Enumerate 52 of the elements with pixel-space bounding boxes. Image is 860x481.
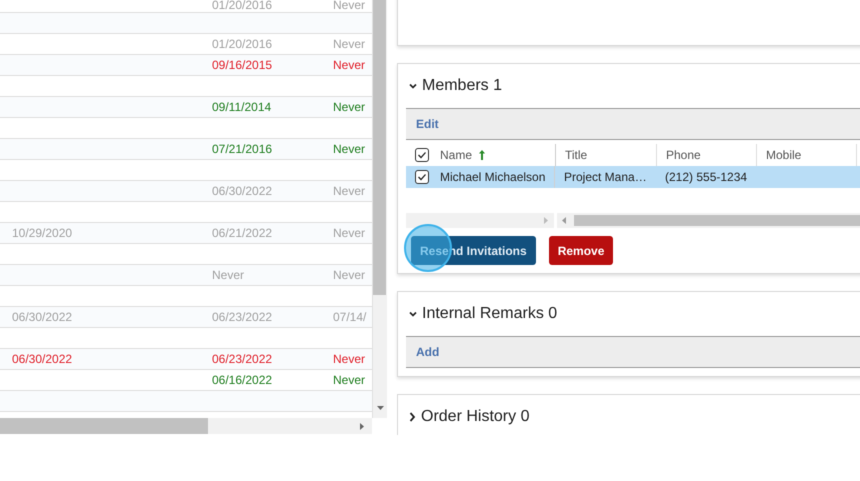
table-cell: 01/20/2016 — [212, 0, 272, 12]
table-cell: Michael Michaelson — [440, 170, 546, 184]
scrollbar-thumb[interactable] — [0, 418, 208, 434]
section-title[interactable]: Internal Remarks 0 — [422, 305, 558, 323]
scroll-right-icon — [360, 423, 364, 430]
toolbar-link[interactable]: Add — [416, 345, 440, 359]
table-cell: (212) 555-1234 — [665, 170, 748, 184]
table-cell: 09/11/2014 — [212, 100, 272, 114]
table-cell: 10/29/2020 — [12, 226, 72, 240]
toolbar-link[interactable]: Edit — [416, 117, 439, 131]
checkbox[interactable] — [415, 148, 429, 162]
table-cell: Never — [333, 100, 366, 114]
column-header[interactable]: Phone — [666, 148, 701, 162]
table-cell: 06/30/2022 — [212, 184, 272, 198]
scroll-down-icon — [377, 406, 384, 410]
section-title[interactable]: Members 1 — [422, 77, 502, 95]
scrollbar-thumb[interactable] — [373, 0, 386, 295]
table-cell: 06/21/2022 — [212, 226, 272, 240]
section-title[interactable]: Order History 0 — [421, 408, 530, 426]
table-cell: 06/23/2022 — [212, 352, 272, 366]
horizontal-scrollbar[interactable] — [0, 418, 372, 434]
table-cell: 07/14/ — [333, 310, 366, 324]
table-cell: 09/16/2015 — [212, 58, 272, 72]
table-cell: Never — [333, 268, 366, 282]
table-cell: 06/30/2022 — [12, 310, 72, 324]
table-row[interactable]: Michael Michaelson Project Mana… (212) 555-1234 — [406, 166, 860, 188]
table-cell: 06/30/2022 — [12, 352, 72, 366]
table-cell: Project Mana… — [564, 170, 647, 184]
column-header[interactable]: Mobile — [766, 148, 802, 162]
table-cell: Never — [212, 268, 244, 282]
table-cell: 06/23/2022 — [212, 310, 272, 324]
column-header[interactable]: Title — [565, 148, 588, 162]
table-cell: 07/21/2016 — [212, 142, 272, 156]
scroll-left-icon — [562, 217, 566, 224]
table-cell: Never — [333, 226, 366, 240]
horizontal-scrollbar[interactable] — [406, 213, 554, 228]
remove-button[interactable]: Remove — [548, 236, 614, 265]
table-cell: Never — [333, 37, 366, 51]
table-cell: Never — [333, 352, 366, 366]
table-cell: 01/20/2016 — [212, 37, 272, 51]
table-cell: 06/16/2022 — [212, 373, 272, 387]
table-cell: Never — [333, 58, 366, 72]
scrollbar-thumb[interactable] — [574, 215, 860, 226]
checkbox[interactable] — [415, 170, 429, 184]
table-cell: Never — [333, 184, 366, 198]
table-cell: Never — [333, 0, 366, 12]
column-header[interactable]: Name — [440, 148, 472, 162]
table-cell: Never — [333, 142, 366, 156]
horizontal-scrollbar[interactable] — [557, 213, 860, 228]
scroll-right-icon — [544, 217, 548, 224]
vertical-scrollbar[interactable] — [372, 0, 387, 418]
table-cell: Never — [333, 373, 366, 387]
